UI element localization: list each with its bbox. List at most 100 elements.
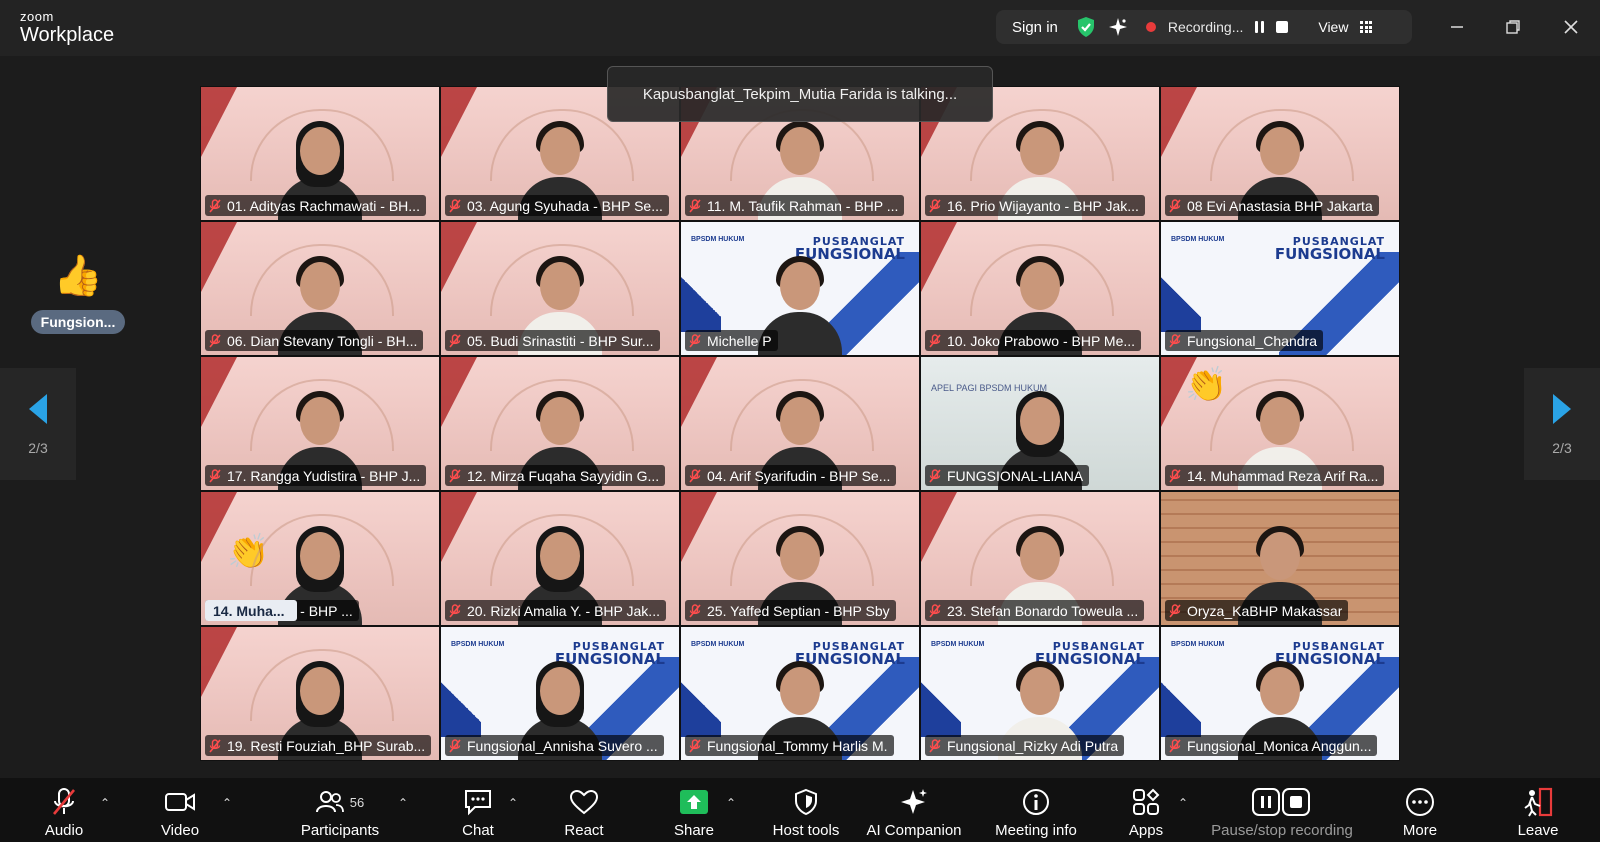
participant-tile[interactable]: 👏Kurnia Sari - BHP ...14. Muha... (200, 491, 440, 626)
participant-tile[interactable]: 10. Joko Prabowo - BHP Me... (920, 221, 1160, 356)
participants-button[interactable]: 56 Participants (280, 784, 400, 839)
participant-name: 08 Evi Anastasia BHP Jakarta (1187, 197, 1373, 214)
audio-button[interactable]: Audio (4, 784, 124, 839)
participant-name: Fungsional_Tommy Harlis M. (707, 737, 888, 754)
video-label: Video (160, 822, 200, 839)
participant-tile[interactable]: 👏 14. Muhammad Reza Arif Ra... (1160, 356, 1400, 491)
audio-options-caret-icon[interactable]: ⌃ (100, 796, 112, 810)
next-page-button[interactable]: 2/3 (1524, 368, 1600, 480)
host-tools-shield-icon (795, 788, 817, 816)
video-button[interactable]: Video (120, 784, 240, 839)
participant-tile[interactable]: BPSDM HUKUM PUSBANGLAT FUNGSIONAL Michelle … (680, 221, 920, 356)
participant-tile[interactable]: 17. Rangga Yudistira - BHP J... (200, 356, 440, 491)
zoom-window: zoom Workplace Sign in Recording... View… (0, 0, 1600, 842)
participant-nameplate: 23. Stefan Bonardo Toweula ... (925, 600, 1145, 621)
host-tools-button[interactable]: Host tools (746, 784, 866, 839)
share-options-caret-icon[interactable]: ⌃ (726, 796, 738, 810)
muted-mic-icon (1169, 603, 1181, 618)
grid-view-icon[interactable] (1360, 21, 1373, 33)
participant-nameplate: 12. Mirza Fuqaha Sayyidin G... (445, 465, 666, 486)
participant-tile[interactable]: 01. Adityas Rachmawati - BH... (200, 86, 440, 221)
stop-recording-icon[interactable] (1276, 21, 1289, 33)
muted-mic-icon (209, 468, 221, 483)
leave-door-icon (1524, 787, 1553, 817)
muted-mic-icon (929, 333, 941, 348)
leave-button[interactable]: Leave (1478, 784, 1598, 839)
view-button[interactable]: View (1318, 19, 1348, 35)
encryption-shield-icon[interactable] (1076, 16, 1096, 38)
participant-tile[interactable]: 25. Yaffed Septian - BHP Sby (680, 491, 920, 626)
participant-nameplate: Fungsional_Monica Anggun... (1165, 735, 1378, 756)
participant-nameplate: 03. Agung Syuhada - BHP Se... (445, 195, 669, 216)
more-button[interactable]: More (1360, 784, 1480, 839)
chat-options-caret-icon[interactable]: ⌃ (508, 796, 520, 810)
pause-recording-icon[interactable] (1255, 21, 1265, 33)
participant-nameplate: 14. Muhammad Reza Arif Ra... (1165, 465, 1385, 486)
apps-button[interactable]: Apps (1086, 784, 1206, 839)
apps-options-caret-icon[interactable]: ⌃ (1178, 796, 1190, 810)
chat-button[interactable]: Chat (418, 784, 538, 839)
participant-tile[interactable]: 23. Stefan Bonardo Toweula ... (920, 491, 1160, 626)
participant-name: Fungsional_Chandra (1187, 332, 1317, 349)
participant-nameplate: 11. M. Taufik Rahman - BHP ... (685, 195, 905, 216)
participant-tile[interactable]: 19. Resti Fouziah_BHP Surab... (200, 626, 440, 761)
participant-tile[interactable]: 12. Mirza Fuqaha Sayyidin G... (440, 356, 680, 491)
participant-tile[interactable]: 04. Arif Syarifudin - BHP Se... (680, 356, 920, 491)
participant-tile[interactable]: BPSDM HUKUM PUSBANGLAT FUNGSIONAL Fungsiona… (1160, 221, 1400, 356)
react-button[interactable]: React (524, 784, 644, 839)
participant-name: 19. Resti Fouziah_BHP Surab... (227, 737, 426, 754)
participant-tile[interactable]: BPSDM HUKUM PUSBANGLAT FUNGSIONAL Fungsiona… (920, 626, 1160, 761)
participant-name: 12. Mirza Fuqaha Sayyidin G... (467, 467, 660, 484)
recording-status: Recording... (1167, 19, 1244, 35)
close-icon[interactable] (1558, 14, 1584, 40)
participants-options-caret-icon[interactable]: ⌃ (398, 796, 410, 810)
participant-name: 05. Budi Srinastiti - BHP Sur... (467, 332, 654, 349)
muted-mic-icon (929, 198, 941, 213)
participant-count: 56 (349, 794, 365, 810)
ai-companion-button[interactable]: AI Companion (854, 784, 974, 839)
participant-tile[interactable]: 20. Rizki Amalia Y. - BHP Jak... (440, 491, 680, 626)
participant-name: Fungsional_Monica Anggun... (1187, 737, 1372, 754)
tile-bpsdm-text: BPSDM HUKUM (1171, 236, 1225, 243)
ai-sparkle-icon[interactable] (1108, 17, 1128, 37)
sign-in-button[interactable]: Sign in (1012, 19, 1058, 36)
title-bar: zoom Workplace Sign in Recording... View (0, 0, 1600, 56)
participant-name: Fungsional_Annisha Suvero ... (467, 737, 658, 754)
minimize-icon[interactable] (1444, 14, 1470, 40)
participant-tile[interactable]: BPSDM HUKUM PUSBANGLAT FUNGSIONAL Fungsiona… (680, 626, 920, 761)
participant-tile[interactable]: BPSDM HUKUM PUSBANGLAT FUNGSIONAL Fungsiona… (440, 626, 680, 761)
participant-tile[interactable]: 08 Evi Anastasia BHP Jakarta (1160, 86, 1400, 221)
pause-stop-recording-label: Pause/stop recording (1211, 822, 1353, 839)
participant-nameplate: Michelle P (685, 330, 778, 351)
ai-companion-sparkle-icon (901, 789, 927, 814)
participant-nameplate: FUNGSIONAL-LIANA (925, 465, 1090, 486)
video-options-caret-icon[interactable]: ⌃ (222, 796, 234, 810)
participant-name: 20. Rizki Amalia Y. - BHP Jak... (467, 602, 660, 619)
muted-mic-icon (209, 333, 221, 348)
participant-nameplate: 19. Resti Fouziah_BHP Surab... (205, 735, 432, 756)
meeting-info-button[interactable]: Meeting info (976, 784, 1096, 839)
share-label: Share (673, 822, 715, 839)
participant-name: 11. M. Taufik Rahman - BHP ... (707, 197, 899, 214)
side-reaction: 👍 Fungsion... (28, 256, 128, 334)
page-indicator-right: 2/3 (1552, 440, 1572, 456)
muted-mic-icon (1169, 468, 1181, 483)
participant-tile[interactable]: APEL PAGI BPSDM HUKUM FUNGSIONAL-LIANA (920, 356, 1160, 491)
participant-name: 25. Yaffed Septian - BHP Sby (707, 602, 890, 619)
muted-mic-icon (209, 738, 221, 753)
prev-page-button[interactable]: 2/3 (0, 368, 76, 480)
participant-tile[interactable]: BPSDM HUKUM PUSBANGLAT FUNGSIONAL Fungsiona… (1160, 626, 1400, 761)
muted-mic-icon (1169, 198, 1181, 213)
participant-nameplate: 04. Arif Syarifudin - BHP Se... (685, 465, 897, 486)
participant-tile[interactable]: Oryza_KaBHP Makassar (1160, 491, 1400, 626)
tile-bpsdm-text: BPSDM HUKUM (931, 641, 985, 648)
participant-tile[interactable]: 05. Budi Srinastiti - BHP Sur... (440, 221, 680, 356)
chat-label: Chat (462, 822, 494, 839)
thumbs-up-icon: 👍 (53, 254, 103, 298)
share-button[interactable]: Share (634, 784, 754, 839)
camera-icon (165, 793, 195, 811)
pause-stop-recording-button[interactable]: Pause/stop recording (1211, 784, 1353, 839)
restore-icon[interactable] (1500, 14, 1526, 40)
participant-tile[interactable]: 06. Dian Stevany Tongli - BH... (200, 221, 440, 356)
muted-mic-icon (689, 198, 701, 213)
